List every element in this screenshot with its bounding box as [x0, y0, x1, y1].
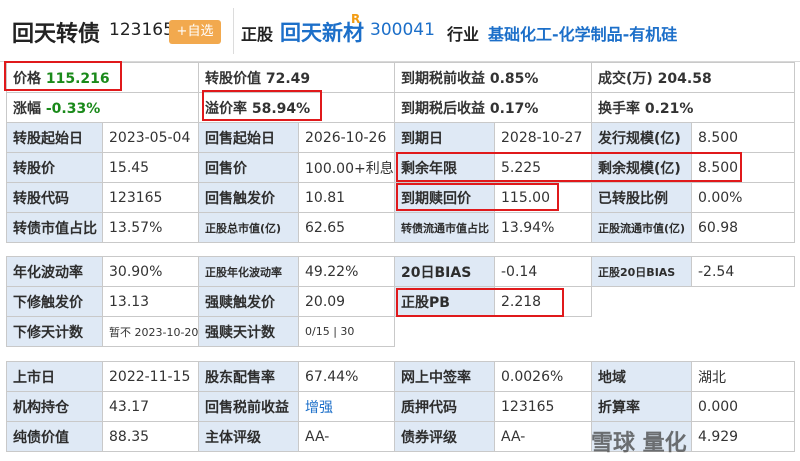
highlight-maturity-redemption — [396, 183, 559, 211]
table-row: 转债市值占比 13.57% 正股总市值(亿) 62.65 转债流通市值占比 13.94… — [6, 212, 795, 243]
xueqiu-watermark: 雪球 量化 — [591, 431, 687, 456]
add-favorite-button[interactable]: +自选 — [169, 20, 221, 44]
ytm-pre-cell: 到期税前收益 0.85% — [394, 62, 592, 93]
bond-name: 回天转债 — [12, 22, 101, 47]
conv-value-cell: 转股价值 72.49 — [198, 62, 395, 93]
table-row: 转股起始日 2023-05-04 回售起始日 2026-10-26 到期日 2028-… — [6, 122, 795, 153]
highlight-price — [4, 61, 122, 91]
header-divider — [233, 8, 234, 54]
putback-enhance-link[interactable]: 增强 — [298, 391, 395, 422]
table-row: 年化波动率 30.90% 正股年化波动率 49.22% 20日BIAS -0.14 正… — [6, 256, 795, 287]
table-row: 上市日 2022-11-15 股东配售率 67.44% 网上中签率 0.0026% 地… — [6, 361, 795, 392]
ytm-post-cell: 到期税后收益 0.17% — [394, 92, 592, 123]
change-value: -0.33% — [45, 100, 101, 117]
highlight-premium — [202, 90, 322, 121]
stock-code-link[interactable]: 300041 — [370, 20, 435, 40]
volume-cell: 成交(万) 204.58 — [591, 62, 795, 93]
turnover-cell: 换手率 0.21% — [591, 92, 795, 123]
industry-tag: 行业 — [447, 25, 480, 44]
change-cell: 涨幅 -0.33% — [6, 92, 199, 123]
highlight-stock-pb — [396, 288, 564, 317]
bond-code: 123165 — [109, 20, 174, 40]
highlight-remaining-years — [396, 152, 742, 182]
stock-tag: 正股 — [241, 25, 274, 44]
table-row: 机构持仓 43.17 回售税前收益 增强 质押代码 123165 折算率 0.000 — [6, 391, 795, 422]
industry-link[interactable]: 基础化工-化学制品-有机硅 — [488, 21, 677, 45]
quote-table: 价格 115.216 转股价值 72.49 到期税前收益 0.85% 成交(万)… — [6, 62, 795, 123]
bond-header: 回天转债 123165 +自选 正股 回天新材 R 300041 行业 基础化工… — [0, 0, 800, 62]
table-row: 下修天计数暂不 2023-10-20 重新计 强赎天计数0/15 | 30 — [6, 316, 795, 347]
margin-tag: R — [351, 12, 361, 26]
